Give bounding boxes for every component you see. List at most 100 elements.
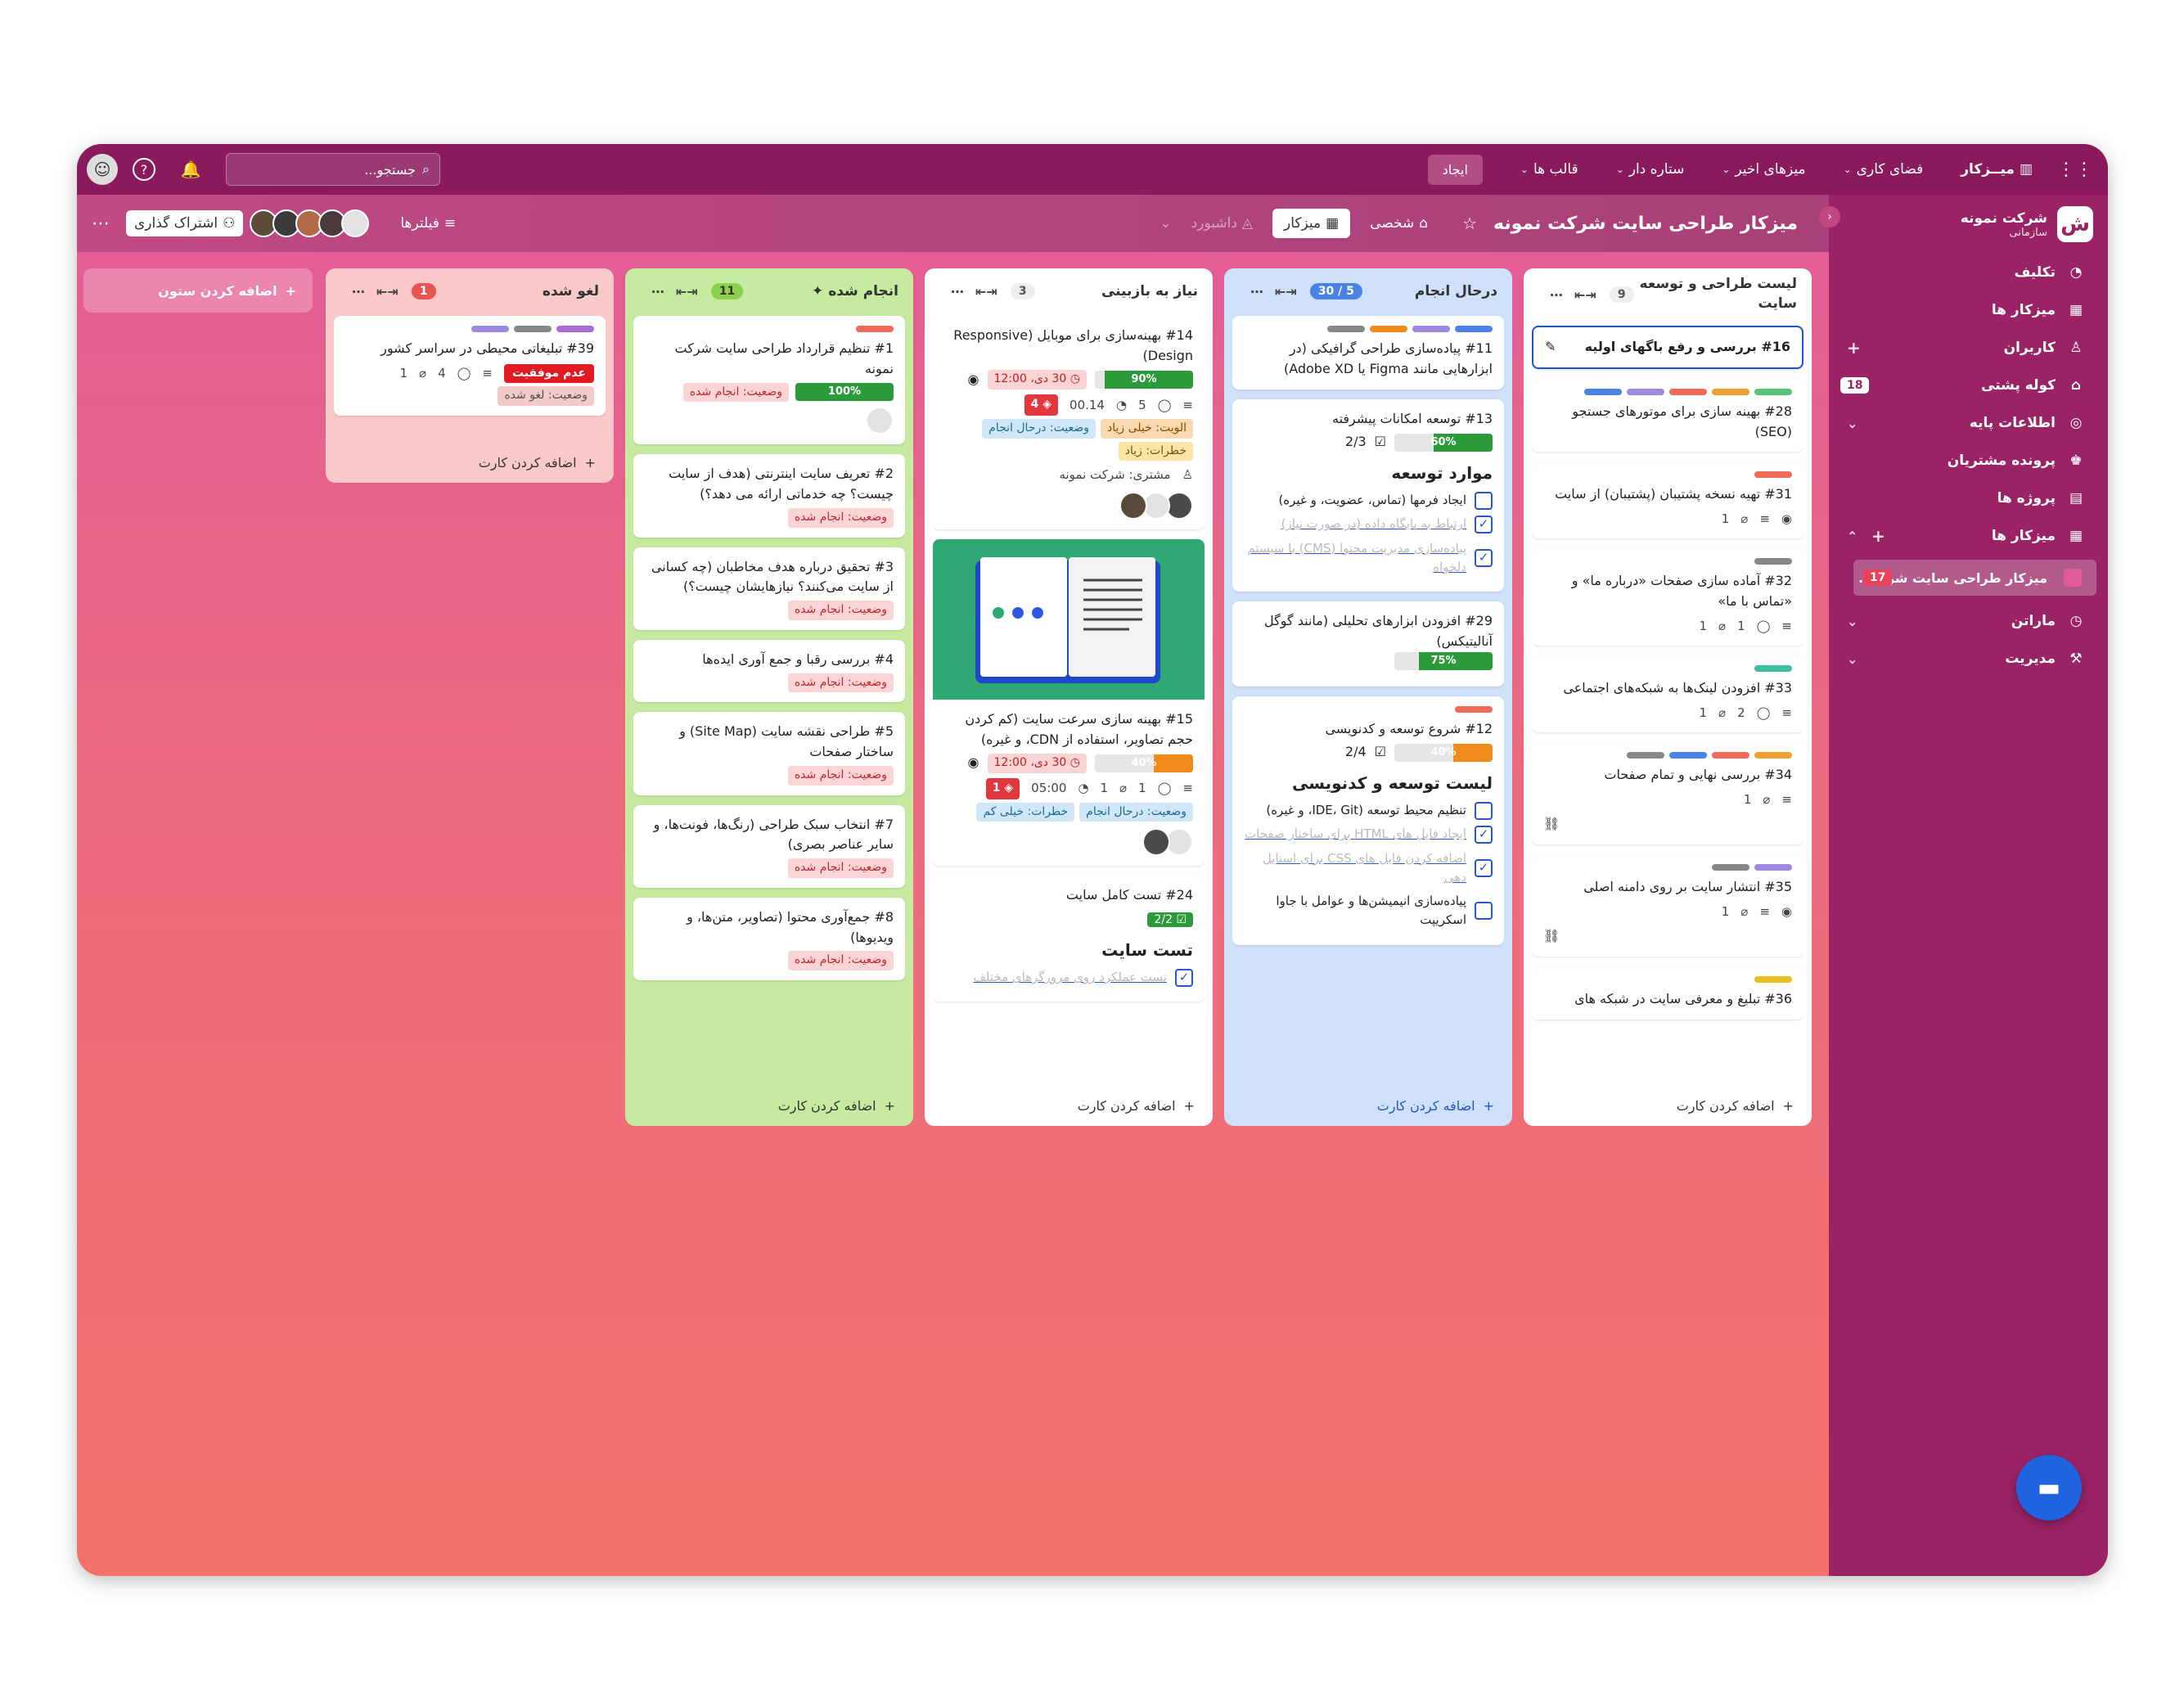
card[interactable]: #31 تهیه نسخه پشتیبان (پشتیبان) از سایت … [1532,462,1803,539]
card[interactable]: #13 توسعه امکانات پیشرفته 60% ☑ 2/3 موارد… [1232,398,1504,592]
checkbox-checked[interactable]: ✓ [1475,516,1493,534]
add-card-button[interactable]: + اضافه کردن کارت [326,442,614,483]
checklist-item[interactable]: پیاده‌سازی انیمیشن‌ها و عوامل با جاوا اس… [1244,892,1493,930]
card[interactable]: #15 بهینه سازی سرعت سایت (کم کردن حجم تص… [933,538,1205,867]
card[interactable]: #14 بهینه‌سازی برای موبایل (Responsive D… [933,316,1205,529]
checkbox-checked[interactable]: ✓ [1475,548,1493,567]
chevron-up-icon[interactable]: ⌃ [1847,529,1858,544]
checkbox-checked[interactable]: ✓ [1475,858,1493,877]
apps-grid-icon[interactable]: ⋮⋮ [2057,160,2093,180]
star-icon[interactable]: ☆ [1462,214,1477,233]
sidebar-item-boards-list[interactable]: ▦ میزکار ها + ⌃ [1829,517,2108,555]
sidebar-item-tasks[interactable]: ◔ تکلیف [1829,254,2108,291]
card[interactable]: #2 تعریف سایت اینترنتی (هدف از سایت چیست… [633,454,905,538]
menu-templates[interactable]: قالب ها ⌄ [1520,161,1578,178]
logo[interactable]: ▥ میــزکار [1961,161,2033,178]
checkbox[interactable] [1475,801,1493,820]
checklist-item[interactable]: ✓ اضافه کردن فایل های CSS برای استایل دهی [1244,849,1493,888]
sidebar-item-backpack[interactable]: ⌂ کوله پشتی 18 [1829,367,2108,404]
card[interactable]: #34 بررسی نهایی و تمام صفحات ≡ ⌀ 1 ⛓ [1532,742,1803,845]
org-header[interactable]: ش شرکت نمونه سازمانی ‹ [1819,195,2108,254]
chevron-down-icon[interactable]: ⌄ [1847,651,1858,667]
sidebar-active-board[interactable]: میزکار طراحی سایت شرک... 17 [1853,560,2096,596]
more-icon[interactable]: ⋯ [951,284,964,299]
chat-button[interactable]: ▬ [2016,1455,2082,1520]
checkbox[interactable] [1475,491,1493,510]
checklist-item[interactable]: ✓ ارتباط به پایگاه داده (در صورت نیاز) [1244,515,1493,534]
card[interactable]: #12 شروع توسعه و کدنویسی 40% ☑ 2/4 لیست ت… [1232,696,1504,945]
checklist-item[interactable]: ✓ تست عملکرد روی مرورگرهای مختلف [944,968,1193,987]
card[interactable]: #1 تنظیم قرارداد طراحی سایت شرکت نمونه 1… [633,316,905,445]
add-card-button[interactable]: + اضافه کردن کارت [925,1085,1213,1126]
checklist-item[interactable]: ✓ پیاده‌سازی مدیریت محتوا (CMS) با سیستم … [1244,539,1493,578]
sidebar-item-marathon[interactable]: ◷ ماراتن ⌄ [1829,602,2108,640]
tab-dashboard[interactable]: ◬ داشبورد ⌄ [1148,209,1264,238]
card[interactable]: #39 تبلیغاتی محیطی در سراسر کشور عدم موف… [334,316,606,416]
card[interactable]: #3 تحقیق درباره هدف مخاطبان (چه کسانی از… [633,547,905,630]
collapse-icon[interactable]: ⇥⇤ [975,284,997,299]
filters-button[interactable]: ≡ فیلترها [389,209,467,238]
sidebar-item-boards[interactable]: ▦ میزکار ها [1829,291,2108,329]
menu-starred[interactable]: ستاره دار ⌄ [1616,161,1685,178]
visibility-personal[interactable]: ⌂ شخصی [1358,209,1439,238]
card[interactable]: #16 بررسی و رفع باگهای اولیه ✎ [1532,326,1803,369]
card[interactable]: #4 بررسی رقبا و جمع آوری ایده‌ها وضعیت: ا… [633,639,905,703]
card[interactable]: #35 انتشار سایت بر روی دامنه اصلی ◉ ≡ ⌀ 1 ⛓ [1532,854,1803,957]
add-card-button[interactable]: + اضافه کردن کارت [1524,1085,1812,1126]
menu-recent-boards[interactable]: میزهای اخیر ⌄ [1722,161,1805,178]
sidebar-item-customers[interactable]: ♚ پرونده مشتریان [1829,442,2108,480]
collapse-icon[interactable]: ⇥⇤ [1275,284,1297,299]
more-icon[interactable]: ⋯ [1250,284,1263,299]
more-icon[interactable]: ⋯ [92,214,110,234]
checklist-item[interactable]: تنظیم محیط توسعه (IDE، Git، و غیره) [1244,801,1493,820]
add-column-button[interactable]: + اضافه کردن ستون [83,268,313,313]
collapse-icon[interactable]: ⇥⇤ [676,284,698,299]
avatar[interactable]: ☺ [87,154,118,185]
add-card-button[interactable]: + اضافه کردن کارت [625,1085,913,1126]
search-input[interactable]: ⌕ جستجو... [226,153,440,186]
more-icon[interactable]: ⋯ [651,284,664,299]
more-icon[interactable]: ⋯ [1550,287,1563,303]
card[interactable]: #32 آماده سازی صفحات «درباره ما» و «تماس… [1532,548,1803,646]
card[interactable]: #29 افزودن ابزارهای تحلیلی (مانند گوگل آ… [1232,601,1504,687]
plus-icon[interactable]: + [1847,338,1861,358]
chevron-down-icon[interactable]: ⌄ [1847,614,1858,629]
plus-icon: + [1183,1097,1195,1114]
share-button[interactable]: ⚇ اشتراک گذاری [126,210,244,236]
tab-board[interactable]: ▦ میزکار [1272,209,1351,238]
card[interactable]: #36 تبلیغ و معرفی سایت در شبکه های [1532,966,1803,1020]
card[interactable]: #11 پیاده‌سازی طراحی گرافیکی (در ابزارها… [1232,316,1504,389]
edit-icon[interactable]: ✎ [1545,337,1556,358]
menu-workspaces[interactable]: فضای کاری ⌄ [1844,161,1924,178]
collapse-icon[interactable]: ‹ [1819,206,1840,227]
sidebar-item-management[interactable]: ⚒ مدیریت ⌄ [1829,640,2108,678]
card[interactable]: #8 جمع‌آوری محتوا (تصاویر، متن‌ها، و وید… [633,897,905,981]
card[interactable]: #28 بهینه سازی برای موتورهای جستجو (SEO) [1532,378,1803,453]
card[interactable]: #24 تست کامل سایت ☑ 2/2 تست سایت ✓ تست عم… [933,876,1205,1002]
timer-icon: ◔ [1078,781,1089,796]
count-badge: 1 [411,283,436,299]
collapse-icon[interactable]: ⇥⇤ [1574,287,1596,303]
create-button[interactable]: ایجاد [1427,154,1483,185]
checkbox[interactable] [1475,902,1493,921]
notifications-icon[interactable]: 🔔 [177,155,205,183]
checkbox-checked[interactable]: ✓ [1175,968,1193,987]
checklist-item[interactable]: ایجاد فرمها (تماس، عضویت، و غیره) [1244,491,1493,510]
add-card-button[interactable]: + اضافه کردن کارت [1224,1085,1512,1126]
checklist-item[interactable]: ✓ ایجاد فایل های HTML برای ساختار صفحات [1244,825,1493,844]
checkbox-checked[interactable]: ✓ [1475,826,1493,844]
collapse-icon[interactable]: ⇥⇤ [376,284,399,299]
help-icon[interactable]: ? [133,158,155,181]
sidebar-item-base-info[interactable]: ◎ اطلاعات پایه ⌄ [1829,404,2108,442]
member-avatars[interactable] [250,209,370,237]
plus-icon[interactable]: + [1871,526,1885,546]
sidebar-item-users[interactable]: ♙ کاربران + [1829,329,2108,367]
card[interactable]: #7 انتخاب سبک طراحی (رنگ‌ها، فونت‌ها، و … [633,804,905,888]
more-icon[interactable]: ⋯ [352,284,365,299]
chevron-down-icon[interactable]: ⌄ [1847,416,1858,431]
card[interactable]: #33 افزودن لینک‌ها به شبکه‌های اجتماعی ≡… [1532,655,1803,733]
watch-icon[interactable]: ◉ [968,753,979,773]
watch-icon[interactable]: ◉ [968,370,979,390]
card[interactable]: #5 طراحی نقشه سایت (Site Map) و ساختار ص… [633,712,905,795]
sidebar-item-projects[interactable]: ▤ پروژه ها [1829,480,2108,517]
